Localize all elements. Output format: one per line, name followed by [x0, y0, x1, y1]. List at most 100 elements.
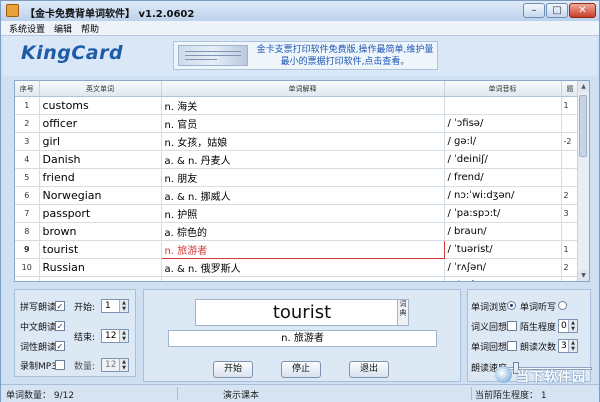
start-spinner[interactable]: 1 ▲ ▼ [101, 299, 129, 313]
header-index[interactable]: 序号 [15, 81, 40, 97]
row-phonetic[interactable]: / frend/ [444, 168, 562, 187]
banner-text[interactable]: 金卡支票打印软件免费版,操作最简单,维护量最小的票据打印软件,点击查看。 [254, 44, 436, 68]
table-row[interactable]: 2 officer n. 官员 / ˈɔfisə/ [15, 114, 580, 133]
spinner-arrows-icon[interactable]: ▲ ▼ [119, 330, 128, 342]
row-meaning[interactable]: a. 棕色的 [161, 222, 445, 241]
scroll-down-icon[interactable]: ▼ [578, 270, 589, 281]
word-dictation-radio[interactable] [558, 301, 567, 310]
table-row[interactable]: 3 girl n. 女孩，姑娘 / ɡə:l/-2 [15, 132, 580, 151]
phonetic-read-checkbox[interactable]: ✓ [55, 341, 65, 351]
row-index[interactable]: 1 [15, 96, 40, 115]
word-review-checkbox[interactable] [507, 321, 517, 331]
row-phonetic[interactable]: / nɔ:ˈwi:dʒən/ [444, 186, 562, 205]
table-header: 序号 英文单词 单词解释 单词音标 题 [15, 81, 580, 97]
menu-edit[interactable]: 编辑 [54, 22, 72, 35]
count-spinner[interactable]: 12 ▲ ▼ [101, 358, 129, 372]
row-meaning[interactable]: a. & n. 荷兰人 [161, 276, 445, 281]
table-row[interactable]: 9 tourist n. 旅游者 / ˈtuərist/1 [15, 240, 580, 259]
maximize-button[interactable]: □ [546, 3, 568, 18]
row-index[interactable]: 8 [15, 222, 40, 241]
menu-system-settings[interactable]: 系统设置 [9, 22, 45, 35]
row-phonetic[interactable]: / braun/ [444, 222, 562, 241]
row-index[interactable]: 9 [15, 240, 40, 259]
row-word[interactable]: passport [39, 204, 162, 223]
app-icon [6, 4, 19, 17]
row-phonetic[interactable]: / ˈrʌʃən/ [444, 258, 562, 277]
minimize-button[interactable]: – [523, 3, 545, 18]
table-row[interactable]: 4 Danish a. & n. 丹麦人 / ˈdeiniʃ/ [15, 150, 580, 169]
spelling-read-label: 拼写朗读 [20, 303, 57, 313]
scroll-thumb[interactable] [579, 95, 587, 157]
row-word[interactable]: friend [39, 168, 162, 187]
row-index[interactable]: 7 [15, 204, 40, 223]
main-window: 【金卡免费背单词软件】 v1.2.0602 – □ ✕ 系统设置 编辑 帮助 K… [0, 0, 600, 402]
row-meaning[interactable]: a. & n. 挪威人 [161, 186, 445, 205]
row-meaning[interactable]: n. 护照 [161, 204, 445, 223]
row-index[interactable]: 3 [15, 132, 40, 151]
strangeness-spinner[interactable]: 0 ▲ ▼ [558, 319, 578, 333]
row-index[interactable]: 11 [15, 276, 40, 281]
spelling-read-checkbox[interactable]: ✓ [55, 301, 65, 311]
end-spinner[interactable]: 12 ▲ ▼ [101, 329, 129, 343]
row-word[interactable]: Dutch [39, 276, 162, 281]
header-meaning[interactable]: 单词解释 [161, 81, 445, 97]
table-scrollbar[interactable]: ▲ ▼ [577, 81, 589, 281]
table-row[interactable]: 7 passport n. 护照 / ˈpa:spɔ:t/3 [15, 204, 580, 223]
row-phonetic[interactable]: / dʌtʃ/ [444, 276, 562, 281]
table-row[interactable]: 1 customs n. 海关 1 [15, 96, 580, 115]
chinese-read-label: 中文朗读 [20, 323, 57, 333]
ad-banner[interactable]: 金卡支票打印软件免费版,操作最简单,维护量最小的票据打印软件,点击查看。 [173, 41, 438, 70]
row-phonetic[interactable]: / ˈɔfisə/ [444, 114, 562, 133]
row-meaning[interactable]: n. 女孩，姑娘 [161, 132, 445, 151]
row-index[interactable]: 2 [15, 114, 40, 133]
word-recall-checkbox[interactable] [507, 341, 517, 351]
spinner-arrows-icon[interactable]: ▲ ▼ [568, 340, 577, 352]
row-word[interactable]: tourist [39, 240, 162, 259]
row-index[interactable]: 5 [15, 168, 40, 187]
scroll-up-icon[interactable]: ▲ [578, 81, 589, 92]
spinner-arrows-icon[interactable]: ▲ ▼ [568, 320, 577, 332]
menu-help[interactable]: 帮助 [81, 22, 99, 35]
row-meaning[interactable]: a. & n. 丹麦人 [161, 150, 445, 169]
stop-button[interactable]: 停止 [281, 361, 321, 378]
row-word[interactable]: customs [39, 96, 162, 115]
exit-button[interactable]: 退出 [349, 361, 389, 378]
read-count-spinner[interactable]: 3 ▲ ▼ [558, 339, 578, 353]
spinner-arrows-icon[interactable]: ▲ ▼ [119, 300, 128, 312]
table-row[interactable]: 5 friend n. 朋友 / frend/ [15, 168, 580, 187]
row-meaning[interactable]: n. 朋友 [161, 168, 445, 187]
spinner-arrows-icon[interactable]: ▲ ▼ [119, 359, 128, 371]
word-browse-radio[interactable] [507, 301, 516, 310]
row-word[interactable]: Norwegian [39, 186, 162, 205]
table-row[interactable]: 11Dutcha. & n. 荷兰人/ dʌtʃ/ [15, 276, 580, 281]
row-index[interactable]: 4 [15, 150, 40, 169]
row-word[interactable]: girl [39, 132, 162, 151]
dictionary-button[interactable]: 词典 [397, 299, 409, 326]
chinese-read-checkbox[interactable]: ✓ [55, 321, 65, 331]
row-phonetic[interactable]: / ɡə:l/ [444, 132, 562, 151]
row-meaning[interactable]: n. 海关 [161, 96, 445, 115]
row-meaning[interactable]: n. 官员 [161, 114, 445, 133]
row-word[interactable]: brown [39, 222, 162, 241]
header-english-word[interactable]: 英文单词 [39, 81, 162, 97]
row-word[interactable]: officer [39, 114, 162, 133]
row-word[interactable]: Danish [39, 150, 162, 169]
row-phonetic[interactable]: / ˈtuərist/ [444, 240, 562, 259]
mode-status: 演示课本 [223, 391, 260, 401]
row-phonetic[interactable] [444, 96, 562, 115]
row-phonetic[interactable]: / ˈdeiniʃ/ [444, 150, 562, 169]
row-phonetic[interactable]: / ˈpa:spɔ:t/ [444, 204, 562, 223]
row-index[interactable]: 6 [15, 186, 40, 205]
close-button[interactable]: ✕ [569, 3, 596, 18]
table-row[interactable]: 10 Russian a. & n. 俄罗斯人 / ˈrʌʃən/2 [15, 258, 580, 277]
row-meaning[interactable]: n. 旅游者 [160, 240, 445, 259]
record-mp3-checkbox[interactable] [55, 360, 65, 370]
start-button[interactable]: 开始 [213, 361, 253, 378]
row-word[interactable]: Russian [39, 258, 162, 277]
count-label: 数量: [74, 362, 96, 372]
header-phonetic[interactable]: 单词音标 [444, 81, 562, 97]
table-row[interactable]: 8 brown a. 棕色的 / braun/ [15, 222, 580, 241]
row-meaning[interactable]: a. & n. 俄罗斯人 [161, 258, 445, 277]
row-index[interactable]: 10 [15, 258, 40, 277]
table-row[interactable]: 6 Norwegian a. & n. 挪威人 / nɔ:ˈwi:dʒən/2 [15, 186, 580, 205]
